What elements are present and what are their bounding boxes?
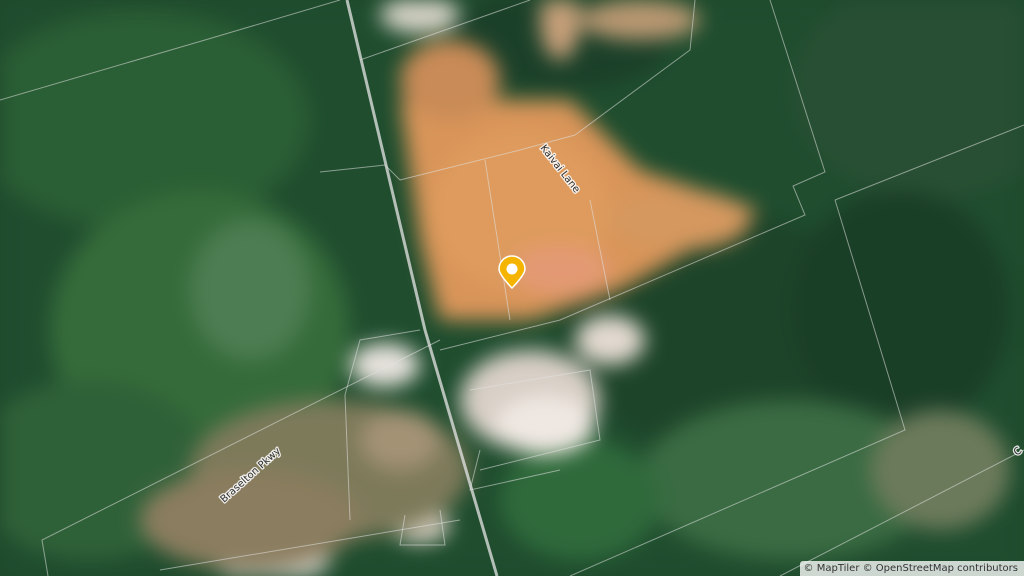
map-attribution: © MapTiler © OpenStreetMap contributors (799, 561, 1024, 576)
map-view[interactable]: Kaivai Lane Braselton Pkwy C © MapTiler … (0, 0, 1024, 576)
road-label-kaivai-lane: Kaivai Lane (538, 143, 582, 195)
location-marker-icon[interactable] (497, 255, 527, 290)
attribution-maptiler-link[interactable]: © MapTiler (804, 563, 860, 574)
attribution-osm-link[interactable]: © OpenStreetMap contributors (863, 563, 1018, 574)
road-label-partial: C (1012, 445, 1024, 458)
road-label-braselton-pkwy: Braselton Pkwy (219, 446, 283, 506)
road-main (345, 0, 499, 576)
